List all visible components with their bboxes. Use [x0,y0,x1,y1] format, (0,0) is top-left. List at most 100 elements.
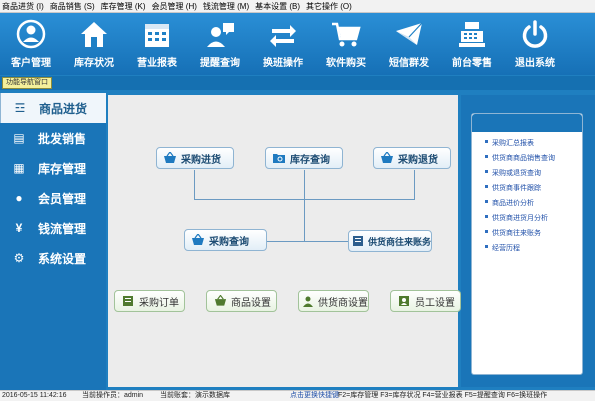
report-link[interactable]: 供货商商品销售查询 [485,153,555,163]
cash-register-icon [459,22,485,47]
status-operator: 当前操作员：admin [82,392,144,399]
report-panel: 采购汇总报表 供货商商品销售查询 采购或退货查询 供货商事件跟踪 商品进价分析 … [461,95,595,387]
ledger-icon: ▤ [13,131,25,145]
toolbar-shift-button[interactable]: 换班操作 [252,13,314,75]
swap-arrows-icon [270,25,296,47]
power-icon [522,20,548,48]
goods-setting-button[interactable]: 商品设置 [206,290,277,312]
sidebar: ☲ 商品进货 ▤ 批发销售 ▦ 库存管理 ● 会员管理 ¥ 钱流管理 ⚙ 系统设… [0,93,106,390]
toolbar-exit-button[interactable]: 退出系统 [504,13,566,75]
report-link[interactable]: 采购汇总报表 [485,138,534,148]
stock-query-label: 库存查询 [290,154,330,166]
toolbar-label: 前台零售 [452,58,492,69]
envelope-icon [396,22,423,45]
sidebar-item-stock[interactable]: ▦ 库存管理 [0,153,106,183]
status-account: 当前账套：演示数据库 [160,392,230,399]
basket-icon [213,294,227,308]
report-link[interactable]: 经营历程 [485,243,520,253]
sidebar-item-label: 会员管理 [38,191,87,206]
staff-setting-button[interactable]: 员工设置 [390,290,461,312]
status-datetime: 2016-05-15 11:42:16 [2,392,67,399]
toolbar-buy-button[interactable]: 软件购买 [315,13,377,75]
sidebar-item-settings[interactable]: ⚙ 系统设置 [0,243,106,273]
purchase-in-label: 采购进货 [181,154,221,166]
status-bar: 2016-05-15 11:42:16 当前操作员：admin 当前账套：演示数… [0,390,595,401]
menu-member[interactable]: 会员管理 (H) [152,1,197,12]
sidebar-item-label: 批发销售 [38,131,87,146]
cart-icon [332,22,361,47]
basket-icon [163,151,177,165]
connector-line [414,170,415,199]
sidebar-item-label: 系统设置 [38,251,87,266]
yen-icon: ¥ [15,221,23,235]
supplier-setting-label: 供货商设置 [318,297,368,309]
toolbar-label: 换班操作 [263,58,303,69]
connector-line [304,170,305,241]
sidebar-item-label: 钱流管理 [38,221,87,236]
menu-purchase[interactable]: 商品进货 (I) [2,1,44,12]
sidebar-item-label: 库存管理 [38,161,87,176]
goods-setting-label: 商品设置 [231,297,271,309]
toolbar-label: 软件购买 [326,58,366,69]
report-link[interactable]: 供货商事件跟踪 [485,183,541,193]
sidebar-item-cash[interactable]: ¥ 钱流管理 [0,213,106,243]
toolbar-label: 客户管理 [11,58,51,69]
calendar-icon [145,24,169,47]
sidebar-item-wholesale[interactable]: ▤ 批发销售 [0,123,106,153]
sidebar-item-purchase[interactable]: ☲ 商品进货 [0,93,106,123]
purchase-return-button[interactable]: 采购退货 [373,147,451,169]
flow-panel: 采购进货 库存查询 采购退货 采购查询 供货商往来账务 采购订单 商品设置 供货… [108,95,461,387]
report-link[interactable]: 商品进价分析 [485,198,534,208]
menu-stock[interactable]: 库存管理 (K) [101,1,146,12]
toolbar-customer-button[interactable]: 客户管理 [0,13,62,75]
menu-cash[interactable]: 钱流管理 (M) [203,1,249,12]
person-icon [302,294,314,308]
toolbar-sms-button[interactable]: 短信群发 [378,13,440,75]
menu-sales[interactable]: 商品销售 (S) [50,1,95,12]
toolbar-label: 提醒查询 [200,58,240,69]
stock-query-button[interactable]: 库存查询 [265,147,343,169]
toolbar-report-button[interactable]: 营业报表 [126,13,188,75]
connector-line [194,199,415,200]
purchase-order-button[interactable]: 采购订单 [114,290,185,312]
basket-icon [380,151,394,165]
nav-window-title: 功能导航窗口 [2,77,52,89]
house-icon [81,22,107,47]
toolbar-stock-button[interactable]: 库存状况 [63,13,125,75]
user-circle-icon [16,19,46,49]
grid-icon: ▦ [13,161,25,175]
folder-search-icon [272,151,286,165]
ledger-icon [352,234,364,248]
nav-title-bar: 功能导航窗口 [0,76,595,90]
toolbar-label: 退出系统 [515,58,555,69]
menu-other[interactable]: 其它操作 (O) [306,1,352,12]
toolbar: 客户管理 库存状况 营业报表 提醒查询 换班操作 软件购买 短信群发 前台零售 … [0,13,595,75]
purchase-return-label: 采购退货 [398,154,438,166]
sidebar-item-member[interactable]: ● 会员管理 [0,183,106,213]
toolbar-label: 库存状况 [74,58,114,69]
supplier-setting-button[interactable]: 供货商设置 [298,290,369,312]
supplier-account-label: 供货商往来账务 [368,236,432,247]
status-shortcut-link[interactable]: 点击更换快捷键 [290,391,339,401]
report-link[interactable]: 供货商往来账务 [485,228,541,238]
basket-icon: ☲ [14,101,26,115]
toolbar-label: 营业报表 [137,58,177,69]
report-link[interactable]: 供货商进货月分析 [485,213,548,223]
report-list: 采购汇总报表 供货商商品销售查询 采购或退货查询 供货商事件跟踪 商品进价分析 … [471,113,583,375]
purchase-in-button[interactable]: 采购进货 [156,147,234,169]
toolbar-retail-button[interactable]: 前台零售 [441,13,503,75]
toolbar-label: 短信群发 [389,58,429,69]
menu-bar: 商品进货 (I) 商品销售 (S) 库存管理 (K) 会员管理 (H) 钱流管理… [0,0,595,13]
connector-line [267,241,348,242]
status-shortcuts: F2=库存管理 F3=库存状况 F4=营业报表 F5=提醒查询 F6=换班操作 [338,392,548,399]
person-icon [397,294,411,308]
menu-settings[interactable]: 基本设置 (B) [255,1,300,12]
purchase-query-button[interactable]: 采购查询 [184,229,267,251]
report-link[interactable]: 采购或退货查询 [485,168,541,178]
purchase-query-label: 采购查询 [209,236,249,248]
toolbar-reminder-button[interactable]: 提醒查询 [189,13,251,75]
basket-icon [191,233,205,247]
chat-user-icon [207,23,234,47]
supplier-account-button[interactable]: 供货商往来账务 [348,230,432,252]
purchase-order-label: 采购订单 [139,297,179,309]
